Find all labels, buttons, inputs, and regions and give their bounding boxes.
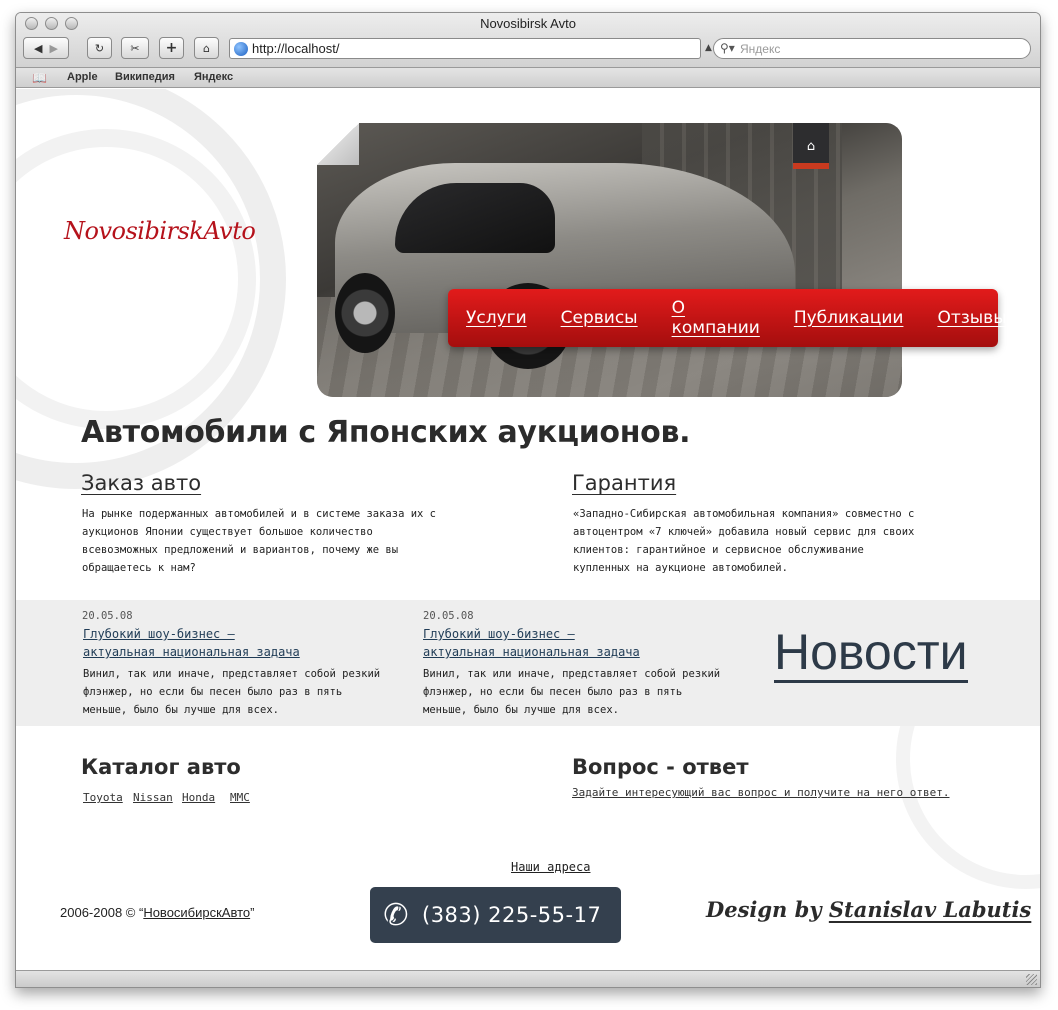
news-item-link[interactable]: Глубокий шоу-бизнес — актуальная национа… (83, 625, 300, 661)
search-placeholder: Яндекс (740, 41, 781, 56)
copyright: 2006-2008 © “НовосибирскАвто” (60, 905, 254, 920)
page-headline: Автомобили с Японских аукционов. (81, 415, 691, 450)
address-text: http://localhost/ (252, 41, 340, 56)
phone-icon: ✆ (383, 897, 409, 933)
qa-title: Вопрос - ответ (572, 755, 749, 779)
page-curl-corner (317, 123, 359, 165)
news-item-text: Винил, так или иначе, представляет собой… (423, 665, 720, 719)
menu-item-publications[interactable]: Публикации (794, 308, 904, 328)
site-logo[interactable]: NovosibirskAvto (64, 217, 256, 245)
url-dropdown-icon[interactable]: ▲ (705, 43, 712, 53)
news-link-line[interactable]: актуальная национальная задача (423, 643, 640, 661)
order-text: На рынке подержанных автомобилей и в сис… (82, 505, 436, 577)
add-bookmark-button[interactable]: + (159, 37, 184, 59)
order-text-line: обращаетесь к нам? (82, 562, 196, 574)
news-text-line: Винил, так или иначе, представляет собой… (83, 668, 381, 680)
back-forward-buttons[interactable]: ◀ ▶ (23, 37, 69, 59)
designer-link[interactable]: Stanislav Labutis (829, 897, 1031, 922)
phone-block: ✆ (383) 225-55-17 (370, 887, 621, 943)
order-text-line: На рынке подержанных автомобилей и в сис… (82, 508, 437, 520)
news-text-line: Винил, так или иначе, представляет собой… (423, 668, 721, 680)
window-title: Novosibirsk Avto (480, 16, 576, 31)
forward-arrow-icon[interactable]: ▶ (50, 42, 58, 55)
title-bar: Novosibirsk Avto ◀ ▶ ↻ ✂ + ⌂ http://loca… (16, 13, 1040, 68)
menu-item-about[interactable]: О компании (672, 298, 760, 338)
design-prefix: Design by (706, 897, 822, 922)
car-window (395, 183, 555, 253)
news-date: 20.05.08 (82, 610, 133, 622)
design-credit: Design by Stanislav Labutis (706, 897, 1031, 922)
main-menu: Услуги Сервисы О компании Публикации Отз… (448, 289, 1007, 347)
order-text-line: всевозможных предложений и вариантов, по… (82, 544, 399, 556)
warranty-text-line: автоцентром «7 ключей» добавила новый се… (573, 526, 915, 538)
search-icon: ⚲▾ (720, 41, 735, 55)
bookmark-wikipedia[interactable]: Википедия (115, 71, 175, 83)
brand-link-toyota[interactable]: Toyota (83, 791, 123, 804)
address-field[interactable]: http://localhost/ (229, 38, 701, 59)
brand-link-mmc[interactable]: MMC (230, 791, 250, 804)
news-text-line: флэнжер, но если бы песен было раз в пят… (423, 686, 683, 698)
order-title-link[interactable]: Заказ авто (81, 471, 201, 495)
reload-icon: ↻ (94, 41, 105, 55)
brand-link-nissan[interactable]: Nissan (133, 791, 173, 804)
plus-icon: + (165, 40, 178, 56)
copyright-prefix: 2006-2008 © “ (60, 905, 144, 920)
order-text-line: аукционов Японии существует большое коли… (82, 526, 373, 538)
snapback-icon: ✂ (130, 41, 140, 55)
home-button[interactable]: ⌂ (194, 37, 219, 59)
home-icon: ⌂ (806, 138, 816, 154)
snapback-button[interactable]: ✂ (121, 37, 149, 59)
copyright-link[interactable]: НовосибирскАвто (143, 905, 250, 920)
bookmark-apple[interactable]: Apple (67, 71, 98, 83)
phone-number: (383) 225-55-17 (422, 903, 602, 927)
qa-ask-link[interactable]: Задайте интересующий вас вопрос и получи… (572, 786, 950, 799)
browser-window: Novosibirsk Avto ◀ ▶ ↻ ✂ + ⌂ http://loca… (15, 12, 1041, 988)
home-icon: ⌂ (203, 41, 210, 55)
resize-grip-icon[interactable] (1026, 974, 1037, 985)
warranty-text-line: клиентов: гарантийное и сервисное обслуж… (573, 544, 864, 556)
news-item-text: Винил, так или иначе, представляет собой… (83, 665, 380, 719)
addresses-link[interactable]: Наши адреса (511, 860, 590, 874)
news-item-link[interactable]: Глубокий шоу-бизнес — актуальная национа… (423, 625, 640, 661)
brand-link-honda[interactable]: Honda (182, 791, 215, 804)
menu-item-services[interactable]: Услуги (466, 308, 527, 328)
catalog-title: Каталог авто (81, 755, 241, 779)
reload-button[interactable]: ↻ (87, 37, 112, 59)
news-section: 20.05.08 Глубокий шоу-бизнес — актуальна… (16, 600, 1040, 726)
search-input[interactable]: ⚲▾ Яндекс (713, 38, 1031, 59)
site-home-button[interactable]: ⌂ (793, 123, 829, 169)
news-text-line: флэнжер, но если бы песен было раз в пят… (83, 686, 343, 698)
bookmark-yandex[interactable]: Яндекс (194, 71, 233, 83)
warranty-title-link[interactable]: Гарантия (572, 471, 676, 495)
news-link-line[interactable]: Глубокий шоу-бизнес — (423, 625, 640, 643)
news-date: 20.05.08 (423, 610, 474, 622)
page-content: NovosibirskAvto ⌂ Услуги Сервисы О компа… (16, 89, 1040, 970)
menu-item-servises-tech[interactable]: Сервисы (561, 308, 638, 328)
warranty-text: «Западно-Сибирская автомобильная компани… (573, 505, 914, 577)
warranty-text-line: «Западно-Сибирская автомобильная компани… (573, 508, 915, 520)
hero-image: ⌂ (317, 123, 902, 397)
globe-icon (234, 42, 248, 56)
news-link-line[interactable]: актуальная национальная задача (83, 643, 300, 661)
news-text-line: меньше, было бы лучше для всех. (423, 704, 619, 716)
status-bar (16, 970, 1040, 987)
news-link-line[interactable]: Глубокий шоу-бизнес — (83, 625, 300, 643)
copyright-suffix: ” (250, 905, 255, 920)
news-text-line: меньше, было бы лучше для всех. (83, 704, 279, 716)
back-arrow-icon[interactable]: ◀ (34, 42, 42, 55)
car-wheel (335, 273, 395, 353)
bookmarks-book-icon[interactable]: 📖 (32, 71, 47, 85)
menu-item-reviews[interactable]: Отзывы (937, 308, 1006, 328)
bookmarks-bar: 📖 Apple Википедия Яндекс (16, 68, 1040, 88)
warranty-text-line: купленных на аукционе автомобилей. (573, 562, 788, 574)
news-heading-link[interactable]: Новости (774, 626, 968, 683)
